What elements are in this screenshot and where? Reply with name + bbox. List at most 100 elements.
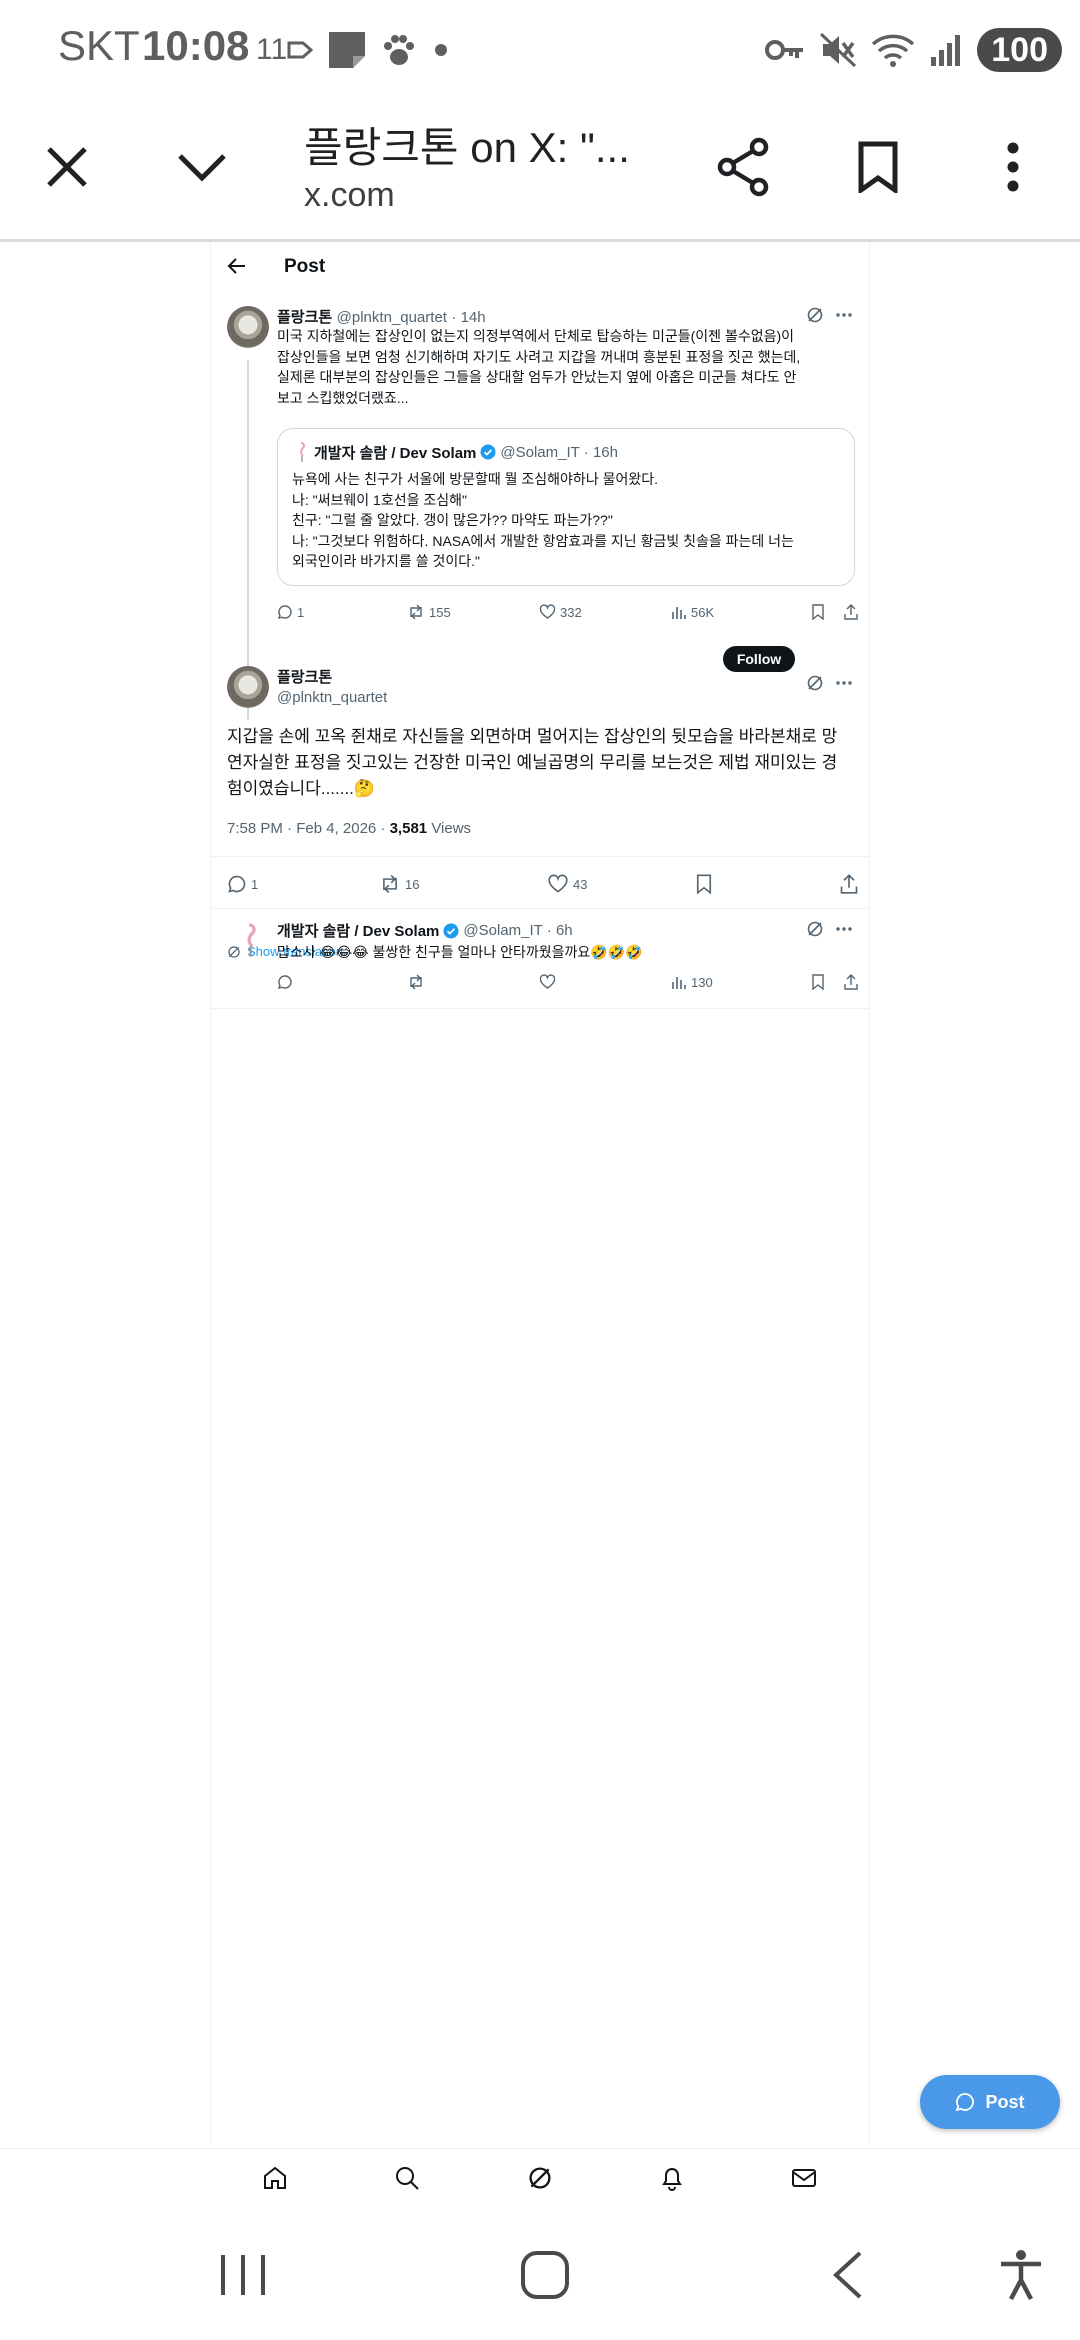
home-icon [264, 2166, 286, 2189]
bookmark-icon [812, 604, 824, 620]
reply-text: 맙소사 😂😂😂 불쌍한 친구들 얼마나 안타까웠을까요🤣🤣🤣 [277, 944, 643, 960]
main-post-text: 지갑을 손에 꼬옥 쥔채로 자신들을 외면하며 멀어지는 잡상인의 뒷모습을 바… [227, 727, 838, 798]
share-button[interactable] [698, 122, 788, 212]
more-horizontal-icon [836, 313, 852, 317]
author-name[interactable]: 플랑크톤 [277, 666, 387, 687]
share-post-button[interactable] [843, 604, 859, 620]
quote-author-handle: @Solam_IT [500, 443, 580, 461]
repost-button[interactable] [407, 974, 425, 990]
carrier-label: SKT [58, 22, 140, 69]
nav-search[interactable] [392, 2163, 422, 2193]
like-button[interactable]: 43 [547, 874, 587, 894]
minimize-button[interactable] [157, 122, 247, 212]
views-button[interactable]: 130 [671, 974, 713, 990]
timeline-column: Post 플랑크톤 @plnktn_quartet · 14h 미국 지하철에는… [210, 242, 870, 2147]
author-name[interactable]: 플랑크톤 [277, 309, 332, 326]
nav-grok[interactable] [525, 2163, 555, 2193]
share-upload-icon [844, 974, 858, 990]
views-label: Views [431, 820, 472, 837]
share-post-button[interactable] [839, 874, 859, 894]
quoted-post[interactable]: 개발자 솔람 / Dev Solam @Solam_IT · 16h 뉴욕에 사… [277, 428, 855, 586]
reply-post-actions: 130 [277, 970, 861, 994]
repost-button[interactable]: 16 [379, 874, 419, 894]
views-button[interactable]: 56K [671, 604, 714, 620]
compose-post-button[interactable]: Post [920, 2075, 1060, 2129]
grok-icon [807, 307, 823, 323]
avatar[interactable] [227, 666, 269, 708]
bookmark-post-button[interactable] [811, 604, 825, 620]
quote-time: · 16h [583, 443, 618, 461]
bookmark-button[interactable] [833, 122, 923, 212]
author-handle[interactable]: @Solam_IT [463, 922, 542, 939]
reply-button[interactable]: 1 [277, 604, 304, 620]
more-horizontal-icon [836, 927, 852, 931]
more-vertical-icon [1007, 142, 1019, 192]
compose-bubble-icon [956, 2093, 975, 2112]
post-timestamp[interactable]: 7:58 PM · Feb 4, 2026 · [227, 820, 385, 837]
bookmark-post-button[interactable] [695, 874, 713, 894]
wifi-icon [872, 34, 915, 67]
back-nav-button[interactable] [818, 2245, 878, 2305]
accessibility-icon [1001, 2250, 1041, 2301]
dot-icon [435, 44, 448, 56]
flamingo-avatar-icon [247, 923, 256, 957]
nav-messages[interactable] [789, 2163, 819, 2193]
grok-button[interactable] [806, 674, 824, 692]
quote-author-name: 개발자 솔람 / Dev Solam [314, 444, 477, 462]
more-button[interactable] [835, 674, 853, 692]
chevron-down-icon [178, 154, 226, 182]
recent-apps-button[interactable] [213, 2245, 273, 2305]
nav-home[interactable] [260, 2163, 290, 2193]
grok-icon [529, 2167, 551, 2189]
back-chevron-icon [833, 2251, 862, 2299]
signal-icon [931, 35, 961, 66]
nav-notifications[interactable] [657, 2163, 687, 2193]
grok-button[interactable] [806, 920, 824, 938]
paw-icon [384, 35, 415, 65]
share-upload-icon [840, 874, 858, 894]
more-horizontal-icon [836, 681, 852, 685]
back-button[interactable] [227, 256, 247, 276]
bookmark-icon [858, 141, 898, 193]
more-options-button[interactable] [968, 122, 1058, 212]
mute-icon [820, 32, 857, 68]
views-count: 3,581 [389, 820, 428, 837]
bookmark-icon [812, 974, 824, 990]
verified-badge-icon [443, 923, 459, 938]
home-button[interactable] [515, 2245, 575, 2305]
home-circle-icon [521, 2251, 569, 2299]
custom-tab-toolbar: 플랑크톤 on X: "... x.com [0, 100, 1080, 242]
header-title: Post [284, 256, 326, 277]
post-meta: 7:58 PM · Feb 4, 2026 · 3,581 Views [227, 820, 471, 837]
like-button[interactable]: 332 [539, 604, 582, 620]
bell-icon [662, 2168, 682, 2191]
divider [211, 1008, 869, 1009]
more-button[interactable] [835, 920, 853, 938]
battery-indicator: 100 [977, 28, 1062, 72]
author-handle[interactable]: @plnktn_quartet [277, 689, 387, 706]
more-button[interactable] [835, 306, 853, 324]
close-button[interactable] [22, 122, 112, 212]
reply-icon [277, 975, 292, 990]
bookmark-icon [696, 874, 712, 894]
bookmark-post-button[interactable] [811, 974, 825, 990]
author-name[interactable]: 개발자 솔람 / Dev Solam [277, 920, 439, 941]
reply-post[interactable]: 개발자 솔람 / Dev Solam @Solam_IT · 6h 맙소사 😂😂… [211, 908, 869, 1008]
reply-button[interactable]: 1 [227, 874, 258, 894]
author-handle[interactable]: @plnktn_quartet [337, 309, 447, 326]
accessibility-button[interactable] [991, 2245, 1051, 2305]
reply-button[interactable] [277, 974, 293, 990]
avatar[interactable] [227, 306, 269, 348]
share-post-button[interactable] [843, 974, 859, 990]
repost-button[interactable]: 155 [407, 604, 451, 620]
follow-button[interactable]: Follow [723, 646, 795, 672]
reply-icon [277, 605, 292, 620]
page-url: x.com [304, 176, 395, 214]
heart-icon [539, 604, 556, 619]
repost-icon [410, 974, 422, 990]
post-time[interactable]: · 14h [451, 309, 485, 326]
like-button[interactable] [539, 974, 556, 990]
grok-button[interactable] [806, 306, 824, 324]
post-time[interactable]: · 6h [547, 922, 573, 939]
status-bar: SKT 10:08 11 100 [0, 0, 1080, 100]
